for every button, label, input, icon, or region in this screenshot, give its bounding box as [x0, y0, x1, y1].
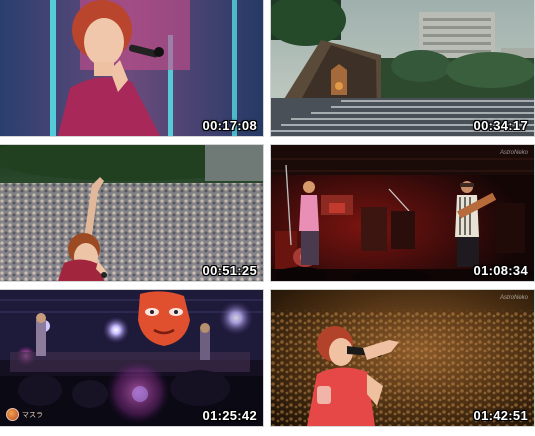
- thumbnail-2-scene: [271, 0, 534, 136]
- timestamp: 00:34:17: [473, 118, 528, 133]
- thumbnail-5-scene: [0, 290, 263, 426]
- thumbnail-6[interactable]: AstroNeko 01:42:51: [271, 290, 534, 426]
- thumbnail-1-scene: [0, 0, 263, 136]
- timestamp: 00:51:25: [202, 263, 257, 278]
- channel-logo-text: マスラ: [22, 411, 43, 419]
- contact-sheet: 00:17:08 00:34:17 00:51:25 AstroNeko 01:…: [0, 0, 535, 436]
- thumbnail-3[interactable]: 00:51:25: [0, 145, 263, 281]
- thumbnail-1[interactable]: 00:17:08: [0, 0, 263, 136]
- timestamp: 01:25:42: [202, 408, 257, 423]
- channel-logo: マスラ: [6, 408, 43, 421]
- thumbnail-6-scene: [271, 290, 534, 426]
- channel-logo-icon: [6, 408, 19, 421]
- thumbnail-3-scene: [0, 145, 263, 281]
- timestamp: 01:42:51: [473, 408, 528, 423]
- timestamp: 00:17:08: [202, 118, 257, 133]
- timestamp: 01:08:34: [473, 263, 528, 278]
- thumbnail-4[interactable]: AstroNeko 01:08:34: [271, 145, 534, 281]
- thumbnail-5[interactable]: マスラ 01:25:42: [0, 290, 263, 426]
- watermark: AstroNeko: [499, 295, 528, 301]
- thumbnail-4-scene: [271, 145, 534, 281]
- watermark: AstroNeko: [499, 150, 528, 156]
- thumbnail-2[interactable]: 00:34:17: [271, 0, 534, 136]
